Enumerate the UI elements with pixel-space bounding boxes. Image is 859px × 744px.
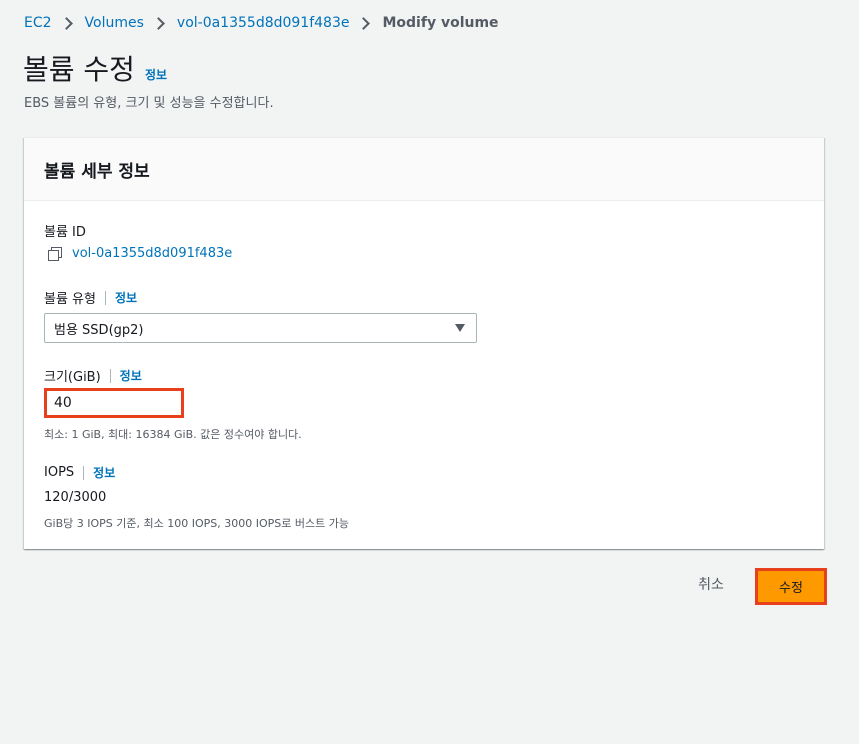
volume-details-panel: 볼륨 세부 정보 볼륨 ID vol-0a1355d8d091f483e 볼륨 … [24,137,824,549]
page-header: 볼륨 수정 정보 [23,52,167,88]
iops-label-text: IOPS [44,465,75,480]
volume-id-label-text: 볼륨 ID [44,225,86,240]
modify-button[interactable]: 수정 [755,568,827,605]
volume-id-link[interactable]: vol-0a1355d8d091f483e [72,246,232,261]
caret-down-icon [455,324,465,332]
divider [104,290,106,305]
panel-header: 볼륨 세부 정보 [24,138,824,201]
divider [109,368,111,383]
divider [83,465,85,480]
volume-type-select[interactable]: 범용 SSD(gp2) [44,313,477,343]
breadcrumb-ec2[interactable]: EC2 [24,13,52,33]
volume-type-info-link[interactable]: 정보 [115,289,137,306]
breadcrumb-volumes[interactable]: Volumes [85,13,144,33]
cancel-button[interactable]: 취소 [684,567,738,601]
breadcrumb-volume-id[interactable]: vol-0a1355d8d091f483e [177,13,350,33]
volume-type-label-text: 볼륨 유형 [44,292,96,307]
iops-value: 120/3000 [44,490,107,505]
size-hint: 최소: 1 GiB, 최대: 16384 GiB. 값은 정수여야 합니다. [44,428,302,441]
iops-hint: GiB당 3 IOPS 기준, 최소 100 IOPS, 3000 IOPS로 … [44,517,349,530]
iops-info-link[interactable]: 정보 [93,464,115,481]
volume-type-selected-value: 범용 SSD(gp2) [54,322,144,338]
breadcrumb-current: Modify volume [382,15,499,31]
size-label-text: 크기(GiB) [44,370,101,385]
chevron-right-icon [59,16,73,30]
volume-id-row: vol-0a1355d8d091f483e [48,246,232,261]
copy-icon[interactable] [48,246,62,261]
iops-label: IOPS 정보 [44,464,115,481]
volume-type-label: 볼륨 유형 정보 [44,288,137,307]
chevron-right-icon [357,16,371,30]
size-label: 크기(GiB) 정보 [44,366,142,385]
chevron-right-icon [152,16,165,30]
page-info-link[interactable]: 정보 [145,66,167,83]
volume-id-label: 볼륨 ID [44,221,86,240]
size-input[interactable]: 40 [44,388,184,418]
size-info-link[interactable]: 정보 [120,367,142,384]
page-description: EBS 볼륨의 유형, 크기 및 성능을 수정합니다. [24,96,274,111]
breadcrumb: EC2 Volumes vol-0a1355d8d091f483e Modify… [24,13,499,33]
panel-title: 볼륨 세부 정보 [44,161,150,182]
page-title: 볼륨 수정 [23,53,135,86]
